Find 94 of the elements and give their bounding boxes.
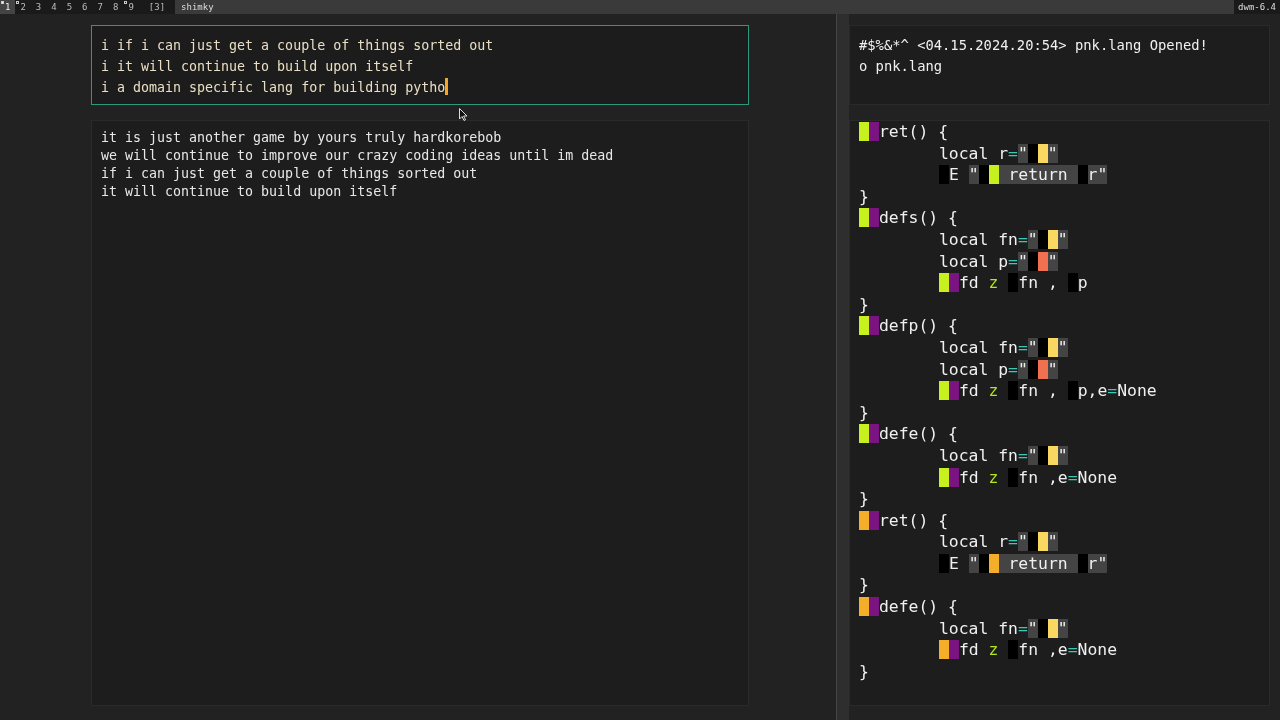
code-operator: = xyxy=(1017,229,1028,249)
input-line: i it will continue to build upon itself xyxy=(101,59,414,74)
code-operator: = xyxy=(1008,143,1018,163)
code-text: local p xyxy=(939,251,1009,271)
workspace-tag[interactable]: 7 xyxy=(92,0,108,14)
code-text: ret() { xyxy=(879,122,949,141)
code-text: defs() { xyxy=(879,208,958,228)
code-string: " xyxy=(1017,532,1028,552)
code-string: " xyxy=(1027,229,1038,249)
code-string: " xyxy=(1017,251,1028,271)
code-text: fn ,e xyxy=(1018,467,1068,487)
workspace-tag[interactable]: 1 xyxy=(0,0,16,14)
log-line: o pnk.lang xyxy=(859,58,943,74)
code-keyword: z xyxy=(988,273,1000,293)
output-line: it is just another game by yours truly hardkorebob xyxy=(101,130,502,145)
code-text: p,e xyxy=(1077,381,1108,401)
code-text: fd xyxy=(959,640,980,660)
code-operator: = xyxy=(1107,381,1118,401)
code-operator: = xyxy=(1017,618,1028,638)
code-operator: = xyxy=(1017,445,1028,465)
layout-symbol[interactable]: [3] xyxy=(138,0,176,14)
workspace-tag[interactable]: 6 xyxy=(77,0,93,14)
output-line: if i can just get a couple of things sorted out xyxy=(101,166,478,181)
code-operator: = xyxy=(1067,467,1078,487)
code-string: " xyxy=(1057,229,1068,249)
code-string: " xyxy=(1047,532,1058,552)
code-text: local fn xyxy=(939,337,1018,357)
code-operator: = xyxy=(1008,359,1018,379)
code-text: } xyxy=(859,402,869,422)
code-text: } xyxy=(859,575,869,595)
workspace-tag[interactable]: 4 xyxy=(46,0,62,14)
code-text: None xyxy=(1077,467,1118,487)
workspace-tag[interactable]: 3 xyxy=(30,0,47,14)
text-cursor xyxy=(445,78,449,95)
code-text: } xyxy=(859,489,869,509)
code-string: " xyxy=(1017,143,1028,163)
output-line: we will continue to improve our crazy coding ideas until im dead xyxy=(101,148,614,163)
code-keyword: z xyxy=(988,640,1000,660)
code-string: " xyxy=(1047,251,1058,271)
code-text: fd xyxy=(959,467,980,487)
code-operator: = xyxy=(1008,251,1018,271)
code-string: " xyxy=(968,165,979,185)
code-string: " xyxy=(1017,359,1028,379)
code-text: fd xyxy=(959,381,980,401)
code-string: " xyxy=(1057,445,1068,465)
code-text: E xyxy=(949,553,960,573)
code-operator: = xyxy=(1008,532,1018,552)
code-string: " xyxy=(1027,618,1038,638)
output-line: it will continue to build upon itself xyxy=(101,184,398,199)
workspace-tag[interactable]: 9 xyxy=(123,0,139,14)
code-text: } xyxy=(859,294,869,314)
log-line: #$%&*^ <04.15.2024.20:54> pnk.lang Opened! xyxy=(859,37,1208,53)
code-string: r" xyxy=(1087,553,1108,573)
window-title: shimky xyxy=(175,0,1235,14)
code-text: ret() { xyxy=(879,510,949,530)
code-string: " xyxy=(1047,143,1058,163)
code-text: local r xyxy=(939,532,1009,552)
code-string: " xyxy=(1027,445,1038,465)
code-string: return xyxy=(998,165,1078,185)
code-text: fn , xyxy=(1018,381,1059,401)
code-text: local r xyxy=(939,143,1009,163)
code-text: fn ,e xyxy=(1018,640,1068,660)
code-text: fd xyxy=(959,273,980,293)
code-operator: = xyxy=(1067,640,1078,660)
code-text: fn , xyxy=(1018,273,1059,293)
code-string: " xyxy=(1047,359,1058,379)
code-string: " xyxy=(1027,337,1038,357)
input-field[interactable]: i if i can just get a couple of things sorted out i it will continue to build upon itself i a domain specific lang for building pytho xyxy=(91,25,749,105)
code-keyword: z xyxy=(988,381,1000,401)
workspace-tag[interactable]: 5 xyxy=(61,0,78,14)
code-text: None xyxy=(1117,381,1157,401)
code-text: defe() { xyxy=(879,597,958,617)
code-string: " xyxy=(968,553,979,573)
code-string: " xyxy=(1057,618,1068,638)
code-operator: = xyxy=(1017,337,1028,357)
workspace-tag[interactable]: 8 xyxy=(107,0,124,14)
code-text: } xyxy=(859,186,869,206)
input-line: i if i can just get a couple of things sorted out xyxy=(101,38,494,53)
code-string: " xyxy=(1057,337,1068,357)
code-text: local fn xyxy=(939,618,1018,638)
code-text: p xyxy=(1077,273,1088,293)
code-text: local p xyxy=(939,359,1009,379)
code-text: defe() { xyxy=(879,424,958,444)
code-text: } xyxy=(859,661,869,681)
code-string: return xyxy=(998,553,1078,573)
code-text: None xyxy=(1077,640,1118,660)
code-keyword: z xyxy=(988,467,1000,487)
input-line: i a domain specific lang for building pytho xyxy=(101,80,446,95)
code-text: E xyxy=(949,165,960,185)
workspace-tag[interactable]: 2 xyxy=(15,0,31,14)
code-text: local fn xyxy=(939,229,1018,249)
code-text: local fn xyxy=(939,445,1018,465)
code-text: defp() { xyxy=(879,316,958,336)
status-text: dwm-6.4 xyxy=(1237,1,1277,14)
